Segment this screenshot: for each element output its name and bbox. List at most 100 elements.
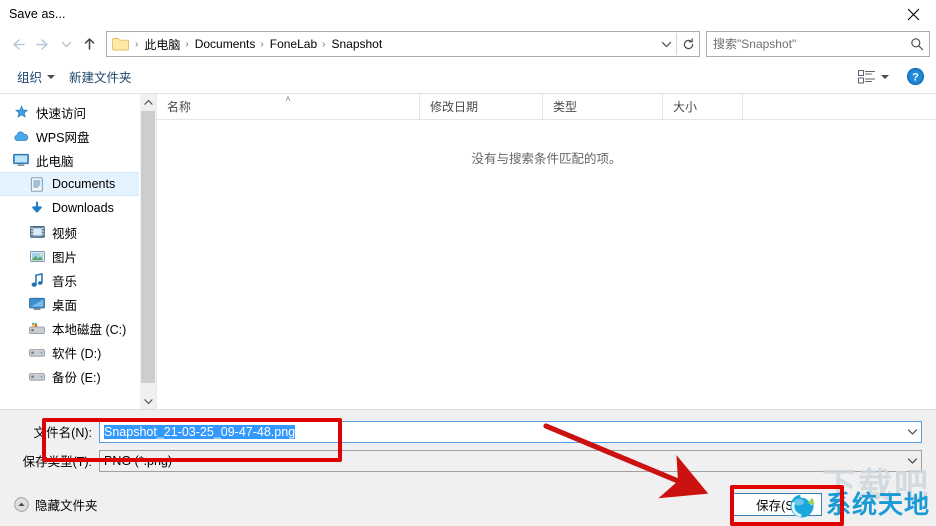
search-input[interactable]	[707, 33, 905, 55]
forward-arrow-icon	[35, 38, 48, 50]
scroll-up-button[interactable]	[140, 94, 156, 110]
breadcrumb-item-2[interactable]: FoneLab	[267, 37, 320, 51]
new-folder-label: 新建文件夹	[69, 71, 132, 85]
sidebar-item-this-pc[interactable]: 此电脑	[0, 148, 139, 172]
filename-row: 文件名(N): Snapshot_21-03-25_09-47-48.png	[14, 420, 922, 443]
breadcrumb: › 此电脑 › Documents › FoneLab › Snapshot	[133, 36, 656, 53]
sidebar-item-label: 软件 (D:)	[52, 346, 102, 361]
refresh-button[interactable]	[676, 33, 699, 55]
star-pin-icon	[11, 104, 31, 120]
organize-label: 组织	[17, 71, 43, 85]
breadcrumb-separator: ›	[260, 38, 264, 50]
help-icon: ?	[906, 67, 924, 86]
sidebar-item-videos[interactable]: 视频	[0, 220, 139, 244]
recycle-globe-icon	[790, 494, 815, 518]
breadcrumb-item-0[interactable]: 此电脑	[141, 36, 183, 53]
site-watermark-brand: 系统天地	[825, 490, 930, 519]
column-header-date-modified[interactable]: 修改日期	[420, 94, 543, 119]
sidebar-item-quick-access[interactable]: 快速访问	[0, 100, 139, 124]
caret-down-icon	[881, 74, 889, 79]
view-mode-button[interactable]	[853, 67, 894, 87]
cloud-icon	[11, 130, 31, 143]
close-button[interactable]	[890, 0, 936, 28]
sidebar-item-pictures[interactable]: 图片	[0, 244, 139, 268]
filename-dropdown-button[interactable]	[904, 428, 921, 436]
save-as-dialog: Save as... › 此电脑 › Documents › FoneLab ›…	[0, 0, 936, 526]
view-layout-icon	[858, 69, 875, 83]
filetype-field[interactable]: PNG (*.png)	[99, 449, 922, 472]
sidebar-item-desktop[interactable]: 桌面	[0, 292, 139, 316]
scroll-down-button[interactable]	[140, 393, 156, 409]
column-header-filler	[743, 94, 936, 119]
sidebar-item-documents[interactable]: Documents	[0, 172, 139, 196]
recent-locations-button[interactable]	[56, 31, 76, 57]
chevron-down-icon	[61, 41, 71, 47]
hide-folders-label: 隐藏文件夹	[35, 498, 98, 513]
column-label: 名称	[167, 100, 192, 114]
videos-icon	[27, 225, 47, 239]
filetype-label: 保存类型(T):	[22, 455, 92, 469]
sidebar-item-music[interactable]: 音乐	[0, 268, 139, 292]
dialog-body: 快速访问 WPS网盘 此电脑 Documents Downloads 视频 图片…	[0, 94, 936, 410]
sidebar-item-local-disk-c[interactable]: 本地磁盘 (C:)	[0, 316, 139, 340]
search-box[interactable]	[706, 31, 930, 57]
breadcrumb-dropdown-button[interactable]	[656, 40, 676, 49]
sidebar-item-label: 快速访问	[36, 106, 87, 121]
sidebar-item-label: 备份 (E:)	[52, 370, 101, 385]
music-icon	[27, 272, 47, 288]
sidebar-item-label: 此电脑	[36, 154, 74, 169]
hide-folders-button[interactable]: 隐藏文件夹	[14, 495, 98, 514]
title-bar: Save as...	[0, 0, 936, 28]
close-icon	[907, 8, 919, 20]
organize-button[interactable]: 组织	[10, 63, 62, 90]
breadcrumb-item-3[interactable]: Snapshot	[328, 37, 385, 51]
sidebar-item-drive-d[interactable]: 软件 (D:)	[0, 340, 139, 364]
sort-indicator: ˄	[285, 94, 291, 104]
navigation-pane-scrollbar[interactable]	[139, 94, 156, 409]
sidebar-item-label: WPS网盘	[36, 130, 90, 145]
scrollbar-thumb[interactable]	[141, 111, 155, 383]
breadcrumb-bar[interactable]: › 此电脑 › Documents › FoneLab › Snapshot	[106, 31, 700, 57]
back-arrow-icon	[12, 38, 25, 50]
search-button[interactable]	[905, 37, 929, 51]
filename-value-container[interactable]: Snapshot_21-03-25_09-47-48.png	[100, 424, 904, 439]
column-header-size[interactable]: 大小	[663, 94, 743, 119]
filename-input[interactable]: Snapshot_21-03-25_09-47-48.png	[104, 424, 296, 439]
sidebar-item-label: 图片	[52, 250, 78, 265]
site-watermark-logo: 系统天地	[787, 490, 930, 520]
filename-label: 文件名(N):	[33, 426, 92, 440]
dialog-title: Save as...	[9, 7, 66, 21]
filetype-value: PNG (*.png)	[104, 453, 173, 468]
filename-field[interactable]: Snapshot_21-03-25_09-47-48.png	[99, 420, 922, 443]
up-button[interactable]	[76, 31, 102, 57]
filetype-row: 保存类型(T): PNG (*.png)	[14, 449, 922, 472]
sidebar-item-wps-cloud[interactable]: WPS网盘	[0, 124, 139, 148]
os-drive-icon	[27, 322, 47, 335]
sidebar-item-label: 音乐	[52, 274, 78, 289]
sidebar-item-downloads[interactable]: Downloads	[0, 196, 139, 220]
sidebar-item-label: 桌面	[52, 298, 78, 313]
back-button[interactable]	[4, 31, 30, 57]
scroll-up-icon	[143, 99, 153, 105]
column-label: 类型	[553, 100, 578, 114]
navigation-pane: 快速访问 WPS网盘 此电脑 Documents Downloads 视频 图片…	[0, 94, 139, 409]
caret-down-icon	[47, 74, 56, 79]
command-bar: 组织 新建文件夹 ?	[0, 60, 936, 94]
empty-list-message: 没有与搜索条件匹配的项。	[471, 152, 622, 166]
sidebar-item-drive-e[interactable]: 备份 (E:)	[0, 364, 139, 388]
desktop-icon	[27, 297, 47, 311]
new-folder-button[interactable]: 新建文件夹	[62, 63, 139, 90]
drive-icon	[27, 347, 47, 358]
breadcrumb-item-1[interactable]: Documents	[192, 37, 259, 51]
breadcrumb-separator: ›	[185, 38, 189, 50]
column-header-name[interactable]: ˄ 名称	[157, 94, 420, 119]
sidebar-item-label: 本地磁盘 (C:)	[52, 322, 127, 337]
search-icon	[911, 38, 924, 51]
forward-button[interactable]	[30, 31, 56, 57]
help-button[interactable]: ?	[902, 64, 928, 90]
navigation-bar: › 此电脑 › Documents › FoneLab › Snapshot	[0, 28, 936, 60]
drive-icon	[27, 371, 47, 382]
chevron-down-icon	[661, 41, 671, 47]
sidebar-item-label: 视频	[52, 226, 78, 241]
column-header-type[interactable]: 类型	[543, 94, 663, 119]
